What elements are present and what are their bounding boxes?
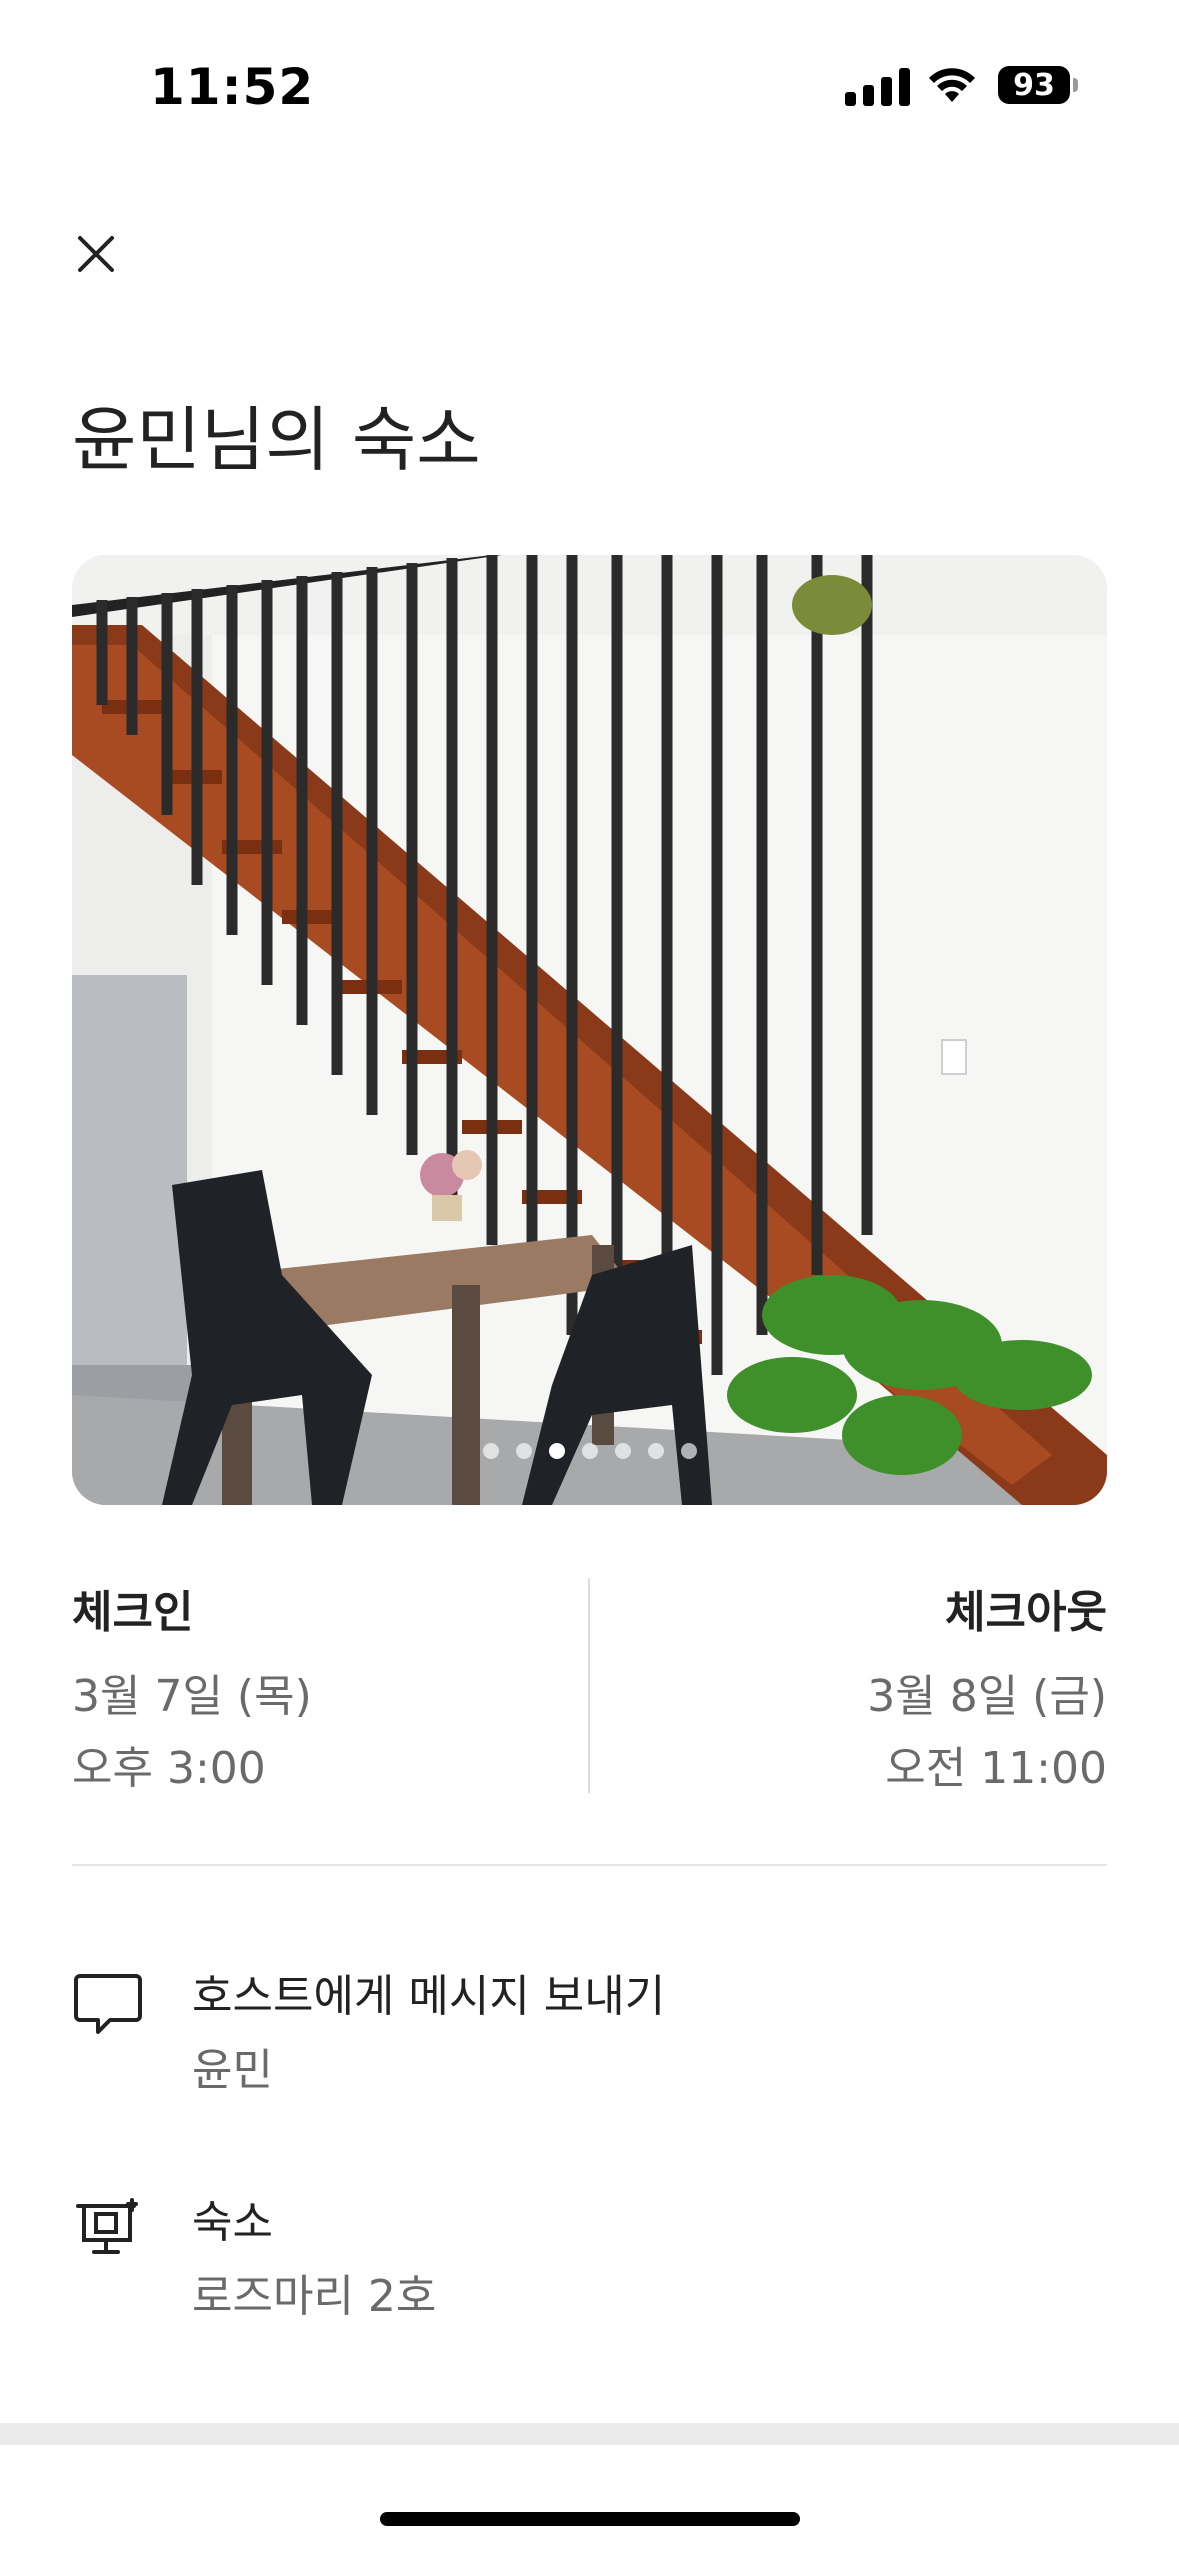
message-host-title: 호스트에게 메시지 보내기 <box>192 1971 666 2022</box>
wifi-icon <box>926 62 978 108</box>
close-button[interactable] <box>56 214 136 294</box>
home-indicator <box>380 2512 800 2526</box>
listing-subtitle: 로즈마리 2호 <box>192 2271 437 2322</box>
listing-photo[interactable] <box>72 555 1107 1505</box>
pagination-dot <box>614 1443 631 1459</box>
photo-pagination <box>0 1443 1179 1459</box>
pagination-dot <box>680 1443 697 1459</box>
pagination-dot <box>647 1443 664 1459</box>
bottom-band <box>0 2423 1179 2445</box>
page-title: 윤민님의 숙소 <box>72 399 481 481</box>
checkin-time: 오후 3:00 <box>72 1743 266 1794</box>
message-icon <box>72 1970 144 2046</box>
listing-row[interactable]: 숙소 로즈마리 2호 <box>72 2186 1107 2346</box>
checkout-time: 오전 11:00 <box>885 1743 1107 1794</box>
message-host-subtitle: 윤민 <box>192 2045 273 2096</box>
section-divider <box>72 1864 1107 1866</box>
checkin-date: 3월 7일 (목) <box>72 1671 312 1722</box>
status-time: 11:52 <box>150 58 315 116</box>
cellular-signal-icon <box>845 66 910 106</box>
pagination-dot <box>581 1443 598 1459</box>
checkout-date: 3월 8일 (금) <box>867 1671 1107 1722</box>
checkin-label: 체크인 <box>72 1587 194 1638</box>
listing-icon <box>72 2194 144 2270</box>
checkin-checkout-divider <box>588 1578 590 1793</box>
checkout-label: 체크아웃 <box>945 1587 1107 1638</box>
battery-nub <box>1073 78 1078 92</box>
battery-icon: 93 <box>998 66 1070 104</box>
message-host-row[interactable]: 호스트에게 메시지 보내기 윤민 <box>72 1960 1107 2120</box>
pagination-dot <box>482 1443 499 1459</box>
pagination-dot <box>548 1443 565 1459</box>
pagination-dot <box>515 1443 532 1459</box>
listing-title: 숙소 <box>192 2197 273 2248</box>
close-icon <box>78 236 114 272</box>
